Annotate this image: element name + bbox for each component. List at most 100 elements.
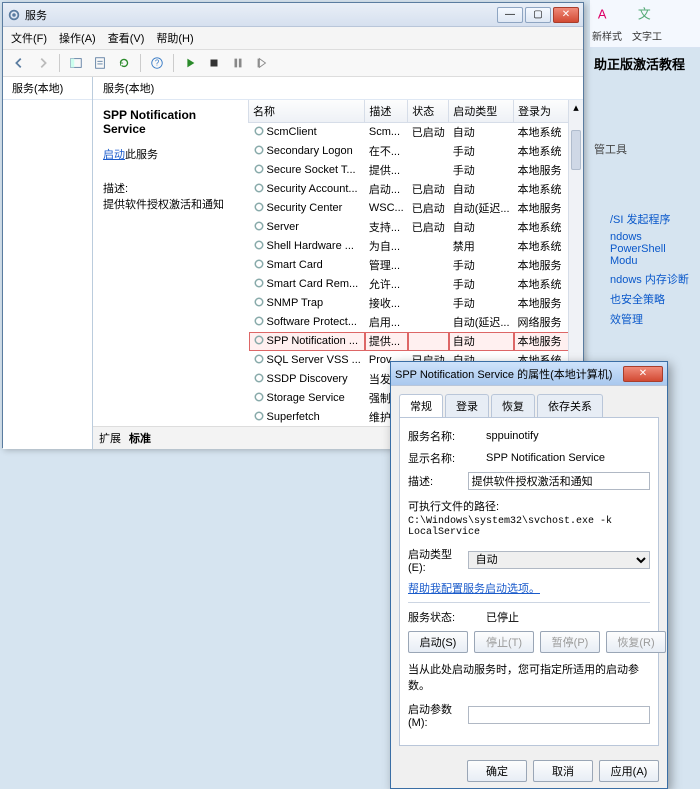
tab-logon[interactable]: 登录 — [445, 394, 489, 417]
bg-link: ndows PowerShell Modu — [590, 229, 700, 269]
refresh-button[interactable] — [114, 53, 134, 73]
list-header: 服务(本地) — [93, 77, 583, 100]
text-icon: 文 — [636, 4, 658, 26]
menu-view[interactable]: 查看(V) — [108, 30, 145, 46]
desc-field[interactable] — [468, 472, 650, 490]
stop-button[interactable] — [204, 53, 224, 73]
gear-icon — [253, 315, 265, 330]
col-status[interactable]: 状态 — [408, 100, 449, 123]
restart-button[interactable] — [252, 53, 272, 73]
service-row[interactable]: SPP Notification ...提供...自动本地服务 — [249, 332, 583, 351]
col-startup[interactable]: 启动类型 — [449, 100, 514, 123]
menu-file[interactable]: 文件(F) — [11, 30, 47, 46]
starttype-label: 启动类型(E): — [408, 546, 462, 574]
service-row[interactable]: Shell Hardware ...为自...禁用本地系统 — [249, 237, 583, 256]
help-button[interactable]: ? — [147, 53, 167, 73]
play-button[interactable] — [180, 53, 200, 73]
apply-button[interactable]: 应用(A) — [599, 760, 659, 782]
status-label: 服务状态: — [408, 609, 480, 625]
detail-desc: 提供软件授权激活和通知 — [103, 196, 238, 212]
gear-icon — [253, 334, 265, 349]
menu-action[interactable]: 操作(A) — [59, 30, 96, 46]
start-note: 当从此处启动服务时，您可指定所适用的启动参数。 — [408, 661, 650, 693]
back-button[interactable] — [9, 53, 29, 73]
detail-title: SPP Notification Service — [103, 108, 238, 136]
tab-standard[interactable]: 标准 — [129, 433, 151, 445]
tree-pane: 服务(本地) — [3, 77, 93, 449]
service-row[interactable]: Security CenterWSC...已启动自动(延迟...本地服务 — [249, 199, 583, 218]
cancel-button[interactable]: 取消 — [533, 760, 593, 782]
pause-button: 暂停(P) — [540, 631, 600, 653]
dlg-tabs: 常规 登录 恢复 依存关系 — [399, 394, 659, 417]
desc-label: 描述: — [408, 473, 462, 489]
gear-icon — [253, 144, 265, 159]
startup-type-select[interactable]: 自动 — [468, 551, 650, 569]
resume-button: 恢复(R) — [606, 631, 666, 653]
start-params-field[interactable] — [468, 706, 650, 724]
col-name[interactable]: 名称 — [249, 100, 365, 123]
svg-text:文: 文 — [638, 7, 651, 22]
svg-text:?: ? — [155, 59, 160, 68]
params-label: 启动参数(M): — [408, 701, 462, 729]
tab-deps[interactable]: 依存关系 — [537, 394, 603, 417]
gear-icon — [253, 391, 265, 406]
detail-desc-label: 描述: — [103, 180, 238, 196]
exe-label: 可执行文件的路径: — [408, 498, 650, 514]
gear-icon — [253, 410, 265, 425]
service-row[interactable]: Software Protect...启用...自动(延迟...网络服务 — [249, 313, 583, 332]
svcname-label: 服务名称: — [408, 428, 480, 444]
bg-link: 也安全策略 — [590, 289, 700, 309]
gear-icon — [253, 372, 265, 387]
scroll-up-icon[interactable]: ▴ — [569, 100, 583, 114]
dlg-titlebar[interactable]: SPP Notification Service 的属性(本地计算机) ✕ — [391, 362, 667, 386]
start-service-link[interactable]: 启动 — [103, 149, 125, 161]
tab-general[interactable]: 常规 — [399, 394, 443, 417]
bg-link: ndows 内存诊断 — [590, 269, 700, 289]
pause-button[interactable] — [228, 53, 248, 73]
svg-text:A: A — [598, 7, 607, 22]
dlg column[interactable]: ✕ — [623, 366, 663, 382]
bg-heading: 助正版激活教程 — [594, 54, 696, 73]
exe-path: C:\Windows\system32\svchost.exe -k Local… — [408, 516, 650, 538]
startup-help-link[interactable]: 帮助我配置服务启动选项。 — [408, 583, 540, 595]
tree-root[interactable]: 服务(本地) — [3, 77, 92, 100]
bg-link: /SI 发起程序 — [590, 209, 700, 229]
tab-recovery[interactable]: 恢复 — [491, 394, 535, 417]
gear-icon — [253, 201, 265, 216]
dlg-title: SPP Notification Service 的属性(本地计算机) — [395, 366, 623, 382]
close-button[interactable]: ✕ — [553, 7, 579, 23]
tab-extended[interactable]: 扩展 — [99, 433, 121, 445]
menu-help[interactable]: 帮助(H) — [156, 30, 193, 46]
forward-button[interactable] — [33, 53, 53, 73]
service-row[interactable]: SNMP Trap接收...手动本地服务 — [249, 294, 583, 313]
service-row[interactable]: ScmClientScm...已启动自动本地系统 — [249, 123, 583, 142]
start-button[interactable]: 启动(S) — [408, 631, 468, 653]
service-row[interactable]: Smart Card管理...手动本地服务 — [249, 256, 583, 275]
status-value: 已停止 — [486, 609, 519, 625]
ok-button[interactable]: 确定 — [467, 760, 527, 782]
detail-pane: SPP Notification Service 启动此服务 描述: 提供软件授… — [93, 100, 248, 426]
service-row[interactable]: Smart Card Rem...允许...手动本地系统 — [249, 275, 583, 294]
service-row[interactable]: Server支持...已启动自动本地系统 — [249, 218, 583, 237]
scroll-thumb[interactable] — [571, 130, 581, 170]
gear-icon — [253, 258, 265, 273]
gear-icon — [253, 182, 265, 197]
service-row[interactable]: Security Account...启动...已启动自动本地系统 — [249, 180, 583, 199]
service-row[interactable]: Secondary Logon在不...手动本地系统 — [249, 142, 583, 161]
titlebar[interactable]: 服务 — ▢ ✕ — [3, 3, 583, 27]
minimize-button[interactable]: — — [497, 7, 523, 23]
gear-icon — [253, 277, 265, 292]
gear-icon — [253, 239, 265, 254]
gear-icon — [253, 163, 265, 178]
gear-icon — [253, 220, 265, 235]
properties-dialog: SPP Notification Service 的属性(本地计算机) ✕ 常规… — [390, 361, 668, 789]
gear-icon — [7, 8, 21, 22]
background-app: A新样式 文文字工 助正版激活教程 管工具 /SI 发起程序ndows Powe… — [590, 0, 700, 329]
bg-link: 效管理 — [590, 309, 700, 329]
show-hide-button[interactable] — [66, 53, 86, 73]
service-row[interactable]: Secure Socket T...提供...手动本地服务 — [249, 161, 583, 180]
export-button[interactable] — [90, 53, 110, 73]
maximize-button[interactable]: ▢ — [525, 7, 551, 23]
col-desc[interactable]: 描述 — [365, 100, 408, 123]
gear-icon — [253, 353, 265, 368]
